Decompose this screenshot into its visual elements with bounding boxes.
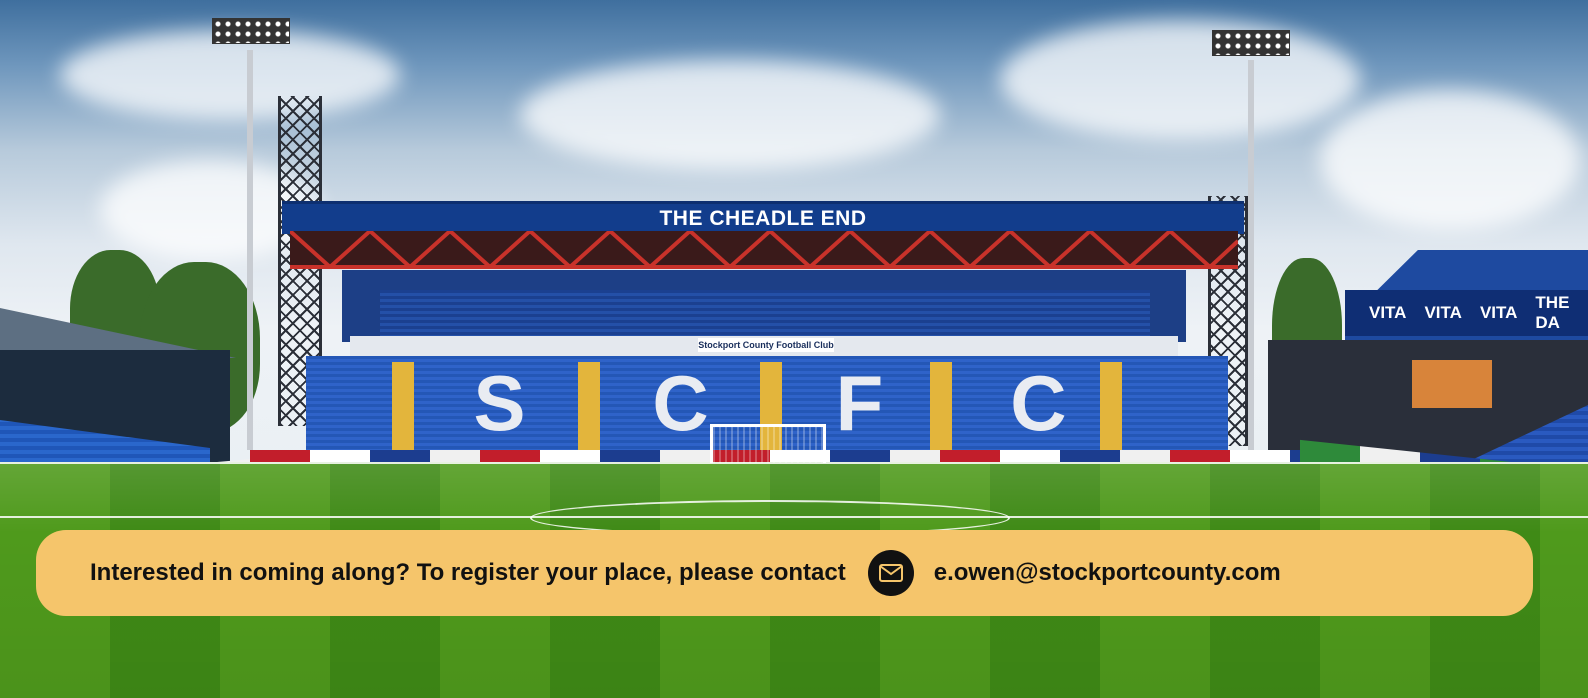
floodlight-pole xyxy=(1248,60,1254,450)
cloud xyxy=(1000,20,1360,140)
upper-seat-rows xyxy=(380,290,1150,338)
club-name-banner: Stockport County Football Club xyxy=(698,338,834,352)
floodlight-pole xyxy=(247,50,253,450)
cloud xyxy=(520,60,940,170)
stand-name-sign: THE CHEADLE END xyxy=(659,207,867,230)
contact-email[interactable]: e.owen@stockportcounty.com xyxy=(934,559,1281,587)
seat-letter: F xyxy=(835,358,884,447)
goal-line xyxy=(0,462,1588,464)
right-stand-sponsor-band: VITA VITA VITA THE DA xyxy=(1345,290,1588,336)
sponsor-word: VITA xyxy=(1424,303,1462,322)
sponsor-word: VITA xyxy=(1369,303,1407,322)
roof-truss xyxy=(290,231,1238,269)
seat-letter: C xyxy=(652,358,709,447)
stand-name-partial: THE DA xyxy=(1535,293,1570,332)
sponsor-word: VITA xyxy=(1479,303,1518,322)
orange-building xyxy=(1412,360,1492,408)
main-stand-roof: THE CHEADLE END xyxy=(282,201,1244,234)
floodlight-head xyxy=(1212,30,1290,56)
stadium-banner: VITA VITA VITA THE DA THE CHEADLE END St… xyxy=(0,0,1588,698)
seat-letter: C xyxy=(1010,358,1067,447)
envelope-icon xyxy=(867,550,914,596)
seat-letter: S xyxy=(473,358,526,447)
cloud xyxy=(1320,90,1580,230)
registration-message: Interested in coming along? To register … xyxy=(90,559,846,586)
goal xyxy=(710,424,826,463)
floodlight-head xyxy=(212,18,290,44)
registration-banner: Interested in coming along? To register … xyxy=(36,530,1533,616)
